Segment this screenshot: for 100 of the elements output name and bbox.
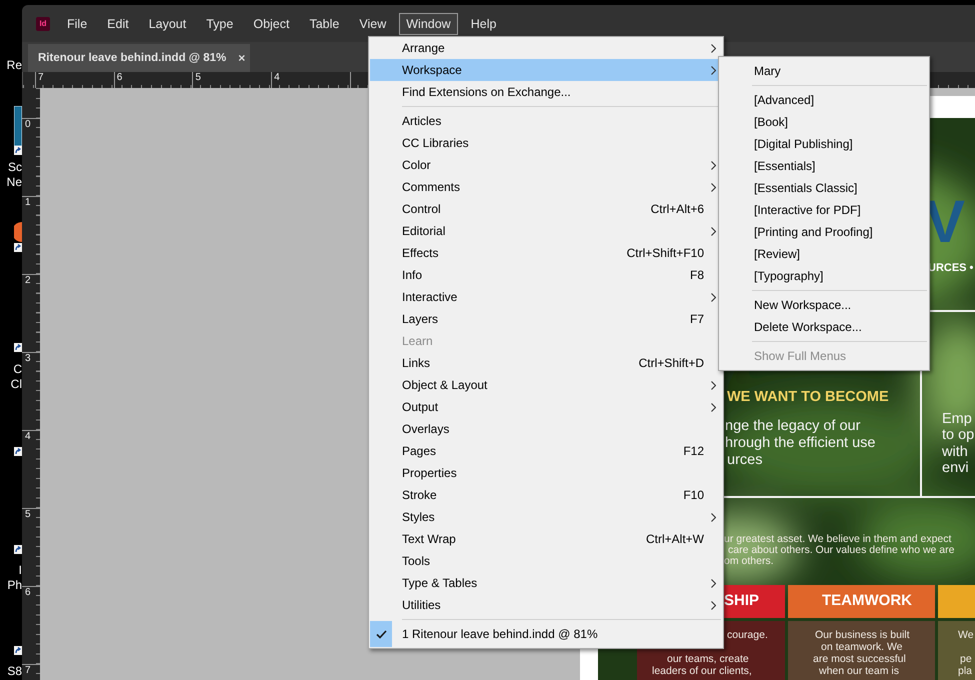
menu-item[interactable]: CC Libraries bbox=[370, 132, 722, 154]
menu-item[interactable]: [Essentials] bbox=[720, 155, 928, 177]
app-logo: Id bbox=[36, 16, 50, 30]
document-tab[interactable]: Ritenour leave behind.indd @ 81% × bbox=[28, 44, 250, 72]
menu-item[interactable]: Color bbox=[370, 154, 722, 176]
menu-item[interactable]: [Book] bbox=[720, 111, 928, 133]
menu-item[interactable]: Delete Workspace... bbox=[720, 316, 928, 338]
menu-item[interactable]: Control Ctrl+Alt+6 bbox=[370, 198, 722, 220]
body-text: on teamwork. We bbox=[821, 641, 903, 654]
menu-bar-item[interactable]: File bbox=[60, 12, 94, 34]
menu-item[interactable]: Find Extensions on Exchange... bbox=[370, 81, 722, 103]
menu-item[interactable]: Text Wrap Ctrl+Alt+W bbox=[370, 528, 722, 550]
shortcut-arrow-icon bbox=[14, 343, 22, 352]
menu-item[interactable]: Output bbox=[370, 396, 722, 418]
menu-item[interactable]: Interactive bbox=[370, 286, 722, 308]
desktop-icon-label: Re bbox=[6, 58, 22, 72]
chevron-right-icon bbox=[710, 512, 716, 522]
body-text: nge the legacy of our bbox=[725, 418, 860, 435]
chevron-right-icon bbox=[710, 226, 716, 236]
menu-item[interactable]: Articles bbox=[370, 110, 722, 132]
menu-item[interactable]: Info F8 bbox=[370, 264, 722, 286]
menu-item[interactable]: Utilities bbox=[370, 594, 722, 616]
menu-item[interactable]: Effects Ctrl+Shift+F10 bbox=[370, 242, 722, 264]
shortcut-label: Ctrl+Alt+6 bbox=[650, 202, 704, 216]
menu-item[interactable]: Links Ctrl+Shift+D bbox=[370, 352, 722, 374]
menu-bar-item[interactable]: Help bbox=[464, 12, 504, 34]
body-text: pla bbox=[958, 665, 972, 678]
shortcut-label: Ctrl+Shift+D bbox=[638, 356, 704, 370]
body-text: leaders of our clients, bbox=[652, 665, 752, 678]
menu-item[interactable]: [Digital Publishing] bbox=[720, 133, 928, 155]
desktop-icon-label: C bbox=[13, 362, 22, 376]
body-text: are most successful bbox=[813, 653, 906, 666]
body-text: when our team is bbox=[819, 665, 899, 678]
chevron-right-icon bbox=[710, 578, 716, 588]
value-title: TEAMWORK bbox=[822, 592, 912, 610]
desktop-icon-label: Sc bbox=[8, 160, 22, 174]
menu-item[interactable]: Overlays bbox=[370, 418, 722, 440]
chevron-right-icon bbox=[710, 600, 716, 610]
chevron-right-icon bbox=[710, 402, 716, 412]
chevron-right-icon bbox=[710, 66, 716, 74]
menu-item[interactable]: 1 Ritenour leave behind.indd @ 81% bbox=[370, 623, 722, 645]
desktop-icon-label: I bbox=[18, 563, 22, 577]
body-text: Our business is built bbox=[815, 629, 910, 642]
menu-item[interactable]: [Essentials Classic] bbox=[720, 177, 928, 199]
desktop-icon-label: Cl bbox=[10, 377, 22, 391]
menu-item[interactable]: Styles bbox=[370, 506, 722, 528]
menu-bar-item[interactable]: Table bbox=[302, 12, 346, 34]
shortcut-label: Ctrl+Shift+F10 bbox=[626, 246, 704, 260]
menu-bar-item[interactable]: Layout bbox=[142, 12, 194, 34]
logo-text: V bbox=[925, 192, 966, 252]
menu-item[interactable]: [Advanced] bbox=[720, 89, 928, 111]
menu-bar-item[interactable]: Object bbox=[246, 12, 296, 34]
menu-item[interactable]: Arrange bbox=[370, 37, 722, 59]
body-text: om others. bbox=[724, 555, 774, 568]
body-text: to op bbox=[942, 427, 974, 444]
desktop-icon-label: Ph bbox=[7, 578, 22, 592]
menu-item[interactable]: Editorial bbox=[370, 220, 722, 242]
menu-item[interactable]: [Interactive for PDF] bbox=[720, 199, 928, 221]
body-text: pe bbox=[960, 653, 972, 666]
value-title: SHIP bbox=[724, 592, 760, 610]
menu-item[interactable]: Tools bbox=[370, 550, 722, 572]
menu-item[interactable]: Pages F12 bbox=[370, 440, 722, 462]
menu-bar-item[interactable]: View bbox=[352, 12, 394, 34]
shortcut-label: F8 bbox=[690, 268, 704, 282]
menu-item[interactable]: Comments bbox=[370, 176, 722, 198]
menu-item[interactable]: [Printing and Proofing] bbox=[720, 221, 928, 243]
body-text: Emp bbox=[942, 411, 972, 428]
menu-item[interactable]: [Review] bbox=[720, 243, 928, 265]
menu-item[interactable]: [Typography] bbox=[720, 265, 928, 287]
desktop-icon-label: Ne bbox=[6, 175, 22, 189]
shortcut-label: Ctrl+Alt+W bbox=[646, 532, 704, 546]
shortcut-label: F10 bbox=[683, 488, 704, 502]
menu-item[interactable]: Layers F7 bbox=[370, 308, 722, 330]
chevron-right-icon bbox=[710, 292, 716, 302]
shortcut-arrow-icon bbox=[14, 243, 22, 252]
chevron-right-icon bbox=[710, 44, 716, 52]
section-heading: WE WANT TO BECOME bbox=[727, 389, 889, 406]
chevron-right-icon bbox=[710, 160, 716, 170]
menu-bar-item[interactable]: Edit bbox=[100, 12, 136, 34]
menu-item[interactable]: Mary bbox=[720, 60, 928, 82]
menu-bar-item[interactable]: Type bbox=[199, 12, 240, 34]
shortcut-arrow-icon bbox=[14, 545, 22, 554]
body-text: with bbox=[942, 444, 968, 461]
body-text: hrough the efficient use bbox=[725, 435, 876, 452]
close-tab-button[interactable]: × bbox=[238, 51, 246, 65]
menu-bar-item[interactable]: Window bbox=[399, 12, 458, 34]
body-text: envi bbox=[942, 460, 969, 477]
menu-item[interactable]: Object & Layout bbox=[370, 374, 722, 396]
desktop-app-icon[interactable] bbox=[14, 222, 22, 242]
menu-item[interactable]: New Workspace... bbox=[720, 294, 928, 316]
shortcut-arrow-icon bbox=[14, 646, 22, 655]
menu-item[interactable]: Stroke F10 bbox=[370, 484, 722, 506]
chevron-right-icon bbox=[710, 182, 716, 192]
menu-item[interactable]: Type & Tables bbox=[370, 572, 722, 594]
desktop-icon-label: S8 bbox=[7, 664, 22, 678]
body-text: We bbox=[958, 629, 974, 642]
menu-item[interactable]: Properties bbox=[370, 462, 722, 484]
chevron-right-icon bbox=[710, 380, 716, 390]
shortcut-arrow-icon bbox=[14, 146, 22, 155]
body-text: courage. bbox=[727, 629, 768, 642]
